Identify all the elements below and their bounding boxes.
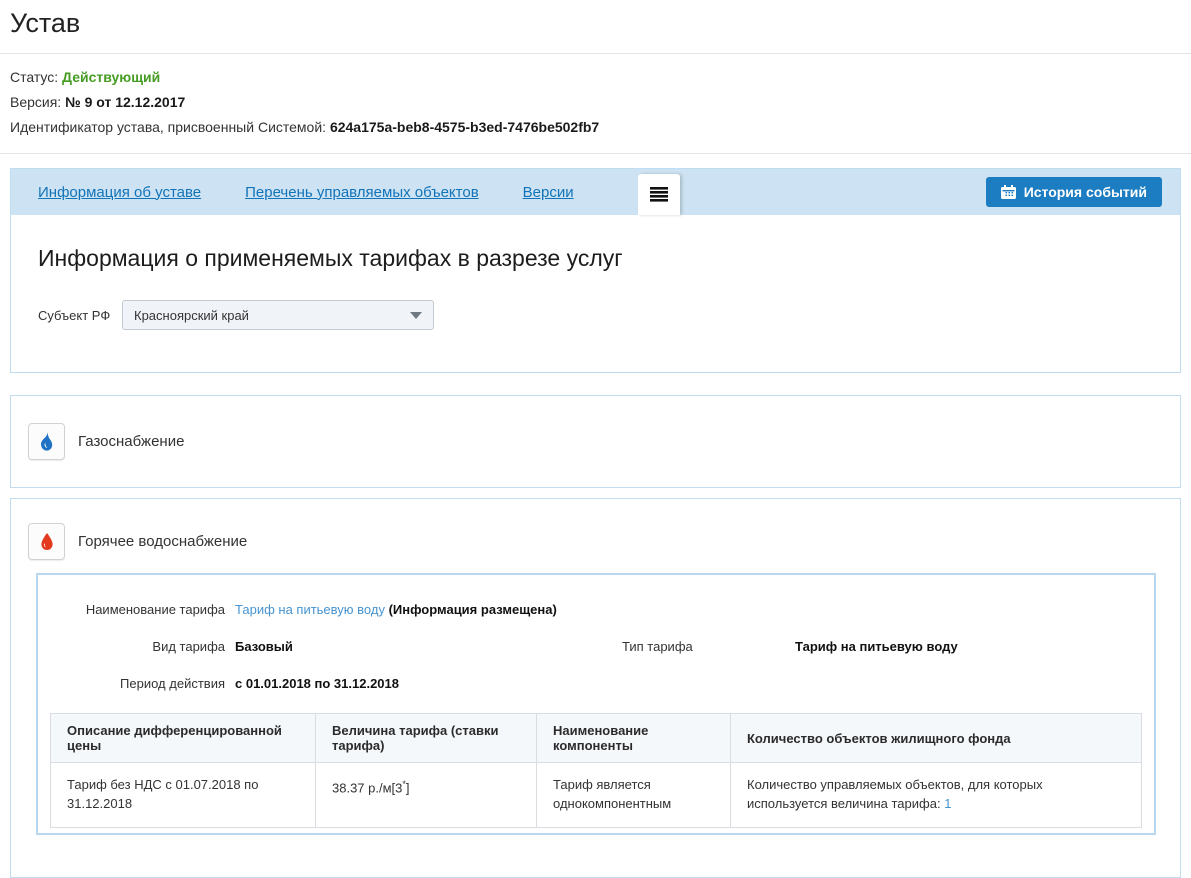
tariff-period-value: с 01.01.2018 по 31.12.2018 (235, 676, 1142, 691)
section-title: Информация о применяемых тарифах в разре… (38, 245, 1153, 272)
identifier-row: Идентификатор устава, присвоенный Систем… (10, 115, 1181, 140)
status-label: Статус: (10, 69, 58, 85)
cell-objects-count: Количество управляемых объектов, для кот… (731, 763, 1142, 828)
tariff-name-label: Наименование тарифа (50, 602, 225, 617)
charter-meta: Статус: Действующий Версия: № 9 от 12.12… (0, 54, 1191, 153)
tabs-container: Информация об уставе Перечень управляемы… (10, 168, 1181, 373)
tariff-value-main: 38.37 р./м[3 (332, 780, 402, 795)
tariff-kind-type-row: Вид тарифа Базовый Тип тарифа Тариф на п… (50, 639, 1142, 654)
chevron-down-icon (410, 312, 422, 319)
tariff-table-header-row: Описание дифференцированной цены Величин… (51, 714, 1142, 763)
region-label: Субъект РФ (38, 308, 122, 323)
gas-service-header[interactable]: Газоснабжение (28, 423, 1163, 460)
cell-description: Тариф без НДС с 01.07.2018 по 31.12.2018 (51, 763, 316, 828)
history-events-button[interactable]: История событий (986, 177, 1162, 207)
gas-service-panel: Газоснабжение (10, 395, 1181, 488)
page-header: Устав (0, 0, 1191, 39)
col-header-component: Наименование компоненты (537, 714, 731, 763)
tabs-strip: Информация об уставе Перечень управляемы… (11, 169, 1180, 215)
hot-water-drop-icon (40, 533, 54, 551)
tariff-period-row: Период действия с 01.01.2018 по 31.12.20… (50, 676, 1142, 691)
calendar-icon (1001, 185, 1016, 199)
col-header-description: Описание дифференцированной цены (51, 714, 316, 763)
version-row: Версия: № 9 от 12.12.2017 (10, 90, 1181, 115)
table-row: Тариф без НДС с 01.07.2018 по 31.12.2018… (51, 763, 1142, 828)
divider (0, 153, 1191, 154)
cell-component: Тариф является однокомпонентным (537, 763, 731, 828)
tariff-name-link[interactable]: Тариф на питьевую воду (235, 602, 385, 617)
hot-water-service-panel: Горячее водоснабжение Наименование тариф… (10, 498, 1181, 878)
region-select[interactable]: Красноярский край (122, 300, 434, 330)
status-row: Статус: Действующий (10, 65, 1181, 90)
list-icon (650, 187, 668, 202)
objects-count-text: Количество управляемых объектов, для кот… (747, 777, 1043, 811)
hot-water-service-label: Горячее водоснабжение (78, 533, 247, 550)
region-form-row: Субъект РФ Красноярский край (38, 300, 1153, 330)
hot-water-icon-tile (28, 523, 65, 560)
tariff-value-close: ] (406, 780, 410, 795)
col-header-objects: Количество объектов жилищного фонда (731, 714, 1142, 763)
identifier-value: 624a175a-beb8-4575-b3ed-7476be502fb7 (330, 119, 599, 135)
tariff-kind-label: Вид тарифа (50, 639, 225, 654)
tab-versions[interactable]: Версии (523, 184, 574, 201)
tariff-table: Описание дифференцированной цены Величин… (50, 713, 1142, 828)
version-label: Версия: (10, 94, 61, 110)
identifier-label: Идентификатор устава, присвоенный Систем… (10, 119, 326, 135)
gas-flame-icon (38, 432, 55, 451)
tariff-type-label: Тип тарифа (622, 639, 785, 654)
status-value: Действующий (62, 69, 160, 85)
tab-charter-info[interactable]: Информация об уставе (38, 184, 201, 201)
tariff-name-status: (Информация размещена) (389, 602, 557, 617)
gas-icon-tile (28, 423, 65, 460)
tariff-name-value: Тариф на питьевую воду (Информация разме… (235, 602, 1142, 617)
gas-service-label: Газоснабжение (78, 433, 184, 450)
tariff-name-row: Наименование тарифа Тариф на питьевую во… (50, 602, 1142, 617)
tariff-period-label: Период действия (50, 676, 225, 691)
tab-tariffs-active[interactable] (638, 174, 680, 215)
page-title: Устав (10, 8, 1181, 39)
tariffs-tab-content: Информация о применяемых тарифах в разре… (11, 215, 1180, 372)
objects-count-link[interactable]: 1 (944, 796, 951, 811)
tab-managed-objects[interactable]: Перечень управляемых объектов (245, 184, 479, 201)
region-selected-value: Красноярский край (134, 308, 249, 323)
tariff-type-value: Тариф на питьевую воду (795, 639, 1142, 654)
tariff-kind-value: Базовый (235, 639, 612, 654)
col-header-value: Величина тарифа (ставки тарифа) (316, 714, 537, 763)
hot-water-service-header[interactable]: Горячее водоснабжение (28, 523, 1156, 560)
cell-tariff-value: 38.37 р./м[3*] (316, 763, 537, 828)
tariff-card: Наименование тарифа Тариф на питьевую во… (36, 573, 1156, 835)
version-value: № 9 от 12.12.2017 (65, 94, 185, 110)
history-events-label: История событий (1024, 184, 1147, 200)
